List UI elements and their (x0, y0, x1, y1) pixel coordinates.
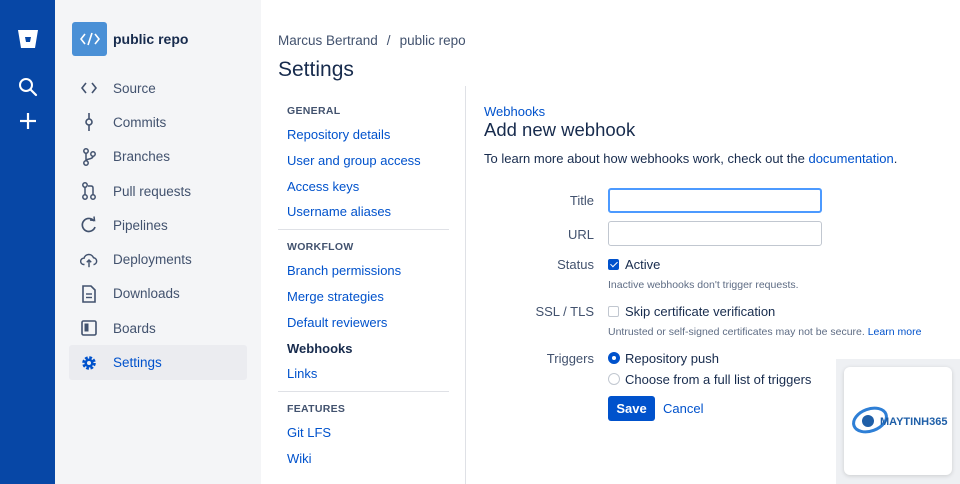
settings-link-git-lfs[interactable]: Git LFS (278, 420, 449, 446)
active-checkbox[interactable] (608, 259, 619, 270)
sidebar-item-source[interactable]: Source (69, 71, 247, 105)
pull-request-icon (80, 182, 98, 200)
sidebar-item-deployments[interactable]: Deployments (69, 242, 247, 276)
sidebar-item-label: Pull requests (113, 183, 192, 199)
url-label: URL (567, 227, 594, 242)
trigger-radio-full-list[interactable] (608, 373, 620, 385)
settings-section-workflow: WORKFLOW (287, 241, 354, 254)
settings-section-features: FEATURES (287, 403, 346, 416)
watermark-logo-icon: MAYTINH365 (852, 406, 947, 434)
settings-nav: GENERAL Repository details User and grou… (278, 100, 449, 472)
watermark-brand: MAYTINH365 (880, 416, 947, 428)
sidebar-item-pipelines[interactable]: Pipelines (69, 208, 247, 242)
settings-link-user-group-access[interactable]: User and group access (278, 148, 449, 174)
status-label: Status (557, 257, 594, 272)
active-checkbox-label[interactable]: Active (625, 257, 660, 272)
branch-icon (80, 147, 98, 166)
webhooks-breadcrumb-link[interactable]: Webhooks (484, 104, 545, 119)
intro-text-body: To learn more about how webhooks work, c… (484, 151, 809, 166)
title-label: Title (569, 193, 594, 208)
breadcrumb-repo-link[interactable]: public repo (400, 33, 466, 48)
url-input[interactable] (608, 221, 822, 246)
pipelines-icon (80, 216, 98, 234)
sidebar-item-label: Downloads (113, 286, 180, 302)
page-title: Settings (278, 58, 354, 81)
project-sidebar: public repo Source Commits Branches Pull… (55, 0, 261, 484)
breadcrumb-separator: / (386, 33, 391, 48)
sidebar-item-label: Source (113, 80, 156, 96)
global-nav (0, 0, 55, 484)
skip-verification-checkbox[interactable] (608, 306, 619, 317)
save-button[interactable]: Save (608, 396, 655, 421)
intro-text-end: . (893, 151, 898, 166)
status-hint: Inactive webhooks don't trigger requests… (608, 279, 799, 291)
vertical-divider (465, 86, 466, 484)
settings-link-merge-strategies[interactable]: Merge strategies (278, 284, 449, 310)
sidebar-item-branches[interactable]: Branches (69, 140, 247, 174)
settings-link-access-keys[interactable]: Access keys (278, 174, 449, 200)
divider (278, 391, 449, 393)
settings-link-branch-permissions[interactable]: Branch permissions (278, 258, 449, 284)
gear-icon (80, 354, 98, 372)
settings-section-general: GENERAL (287, 105, 341, 117)
repo-name[interactable]: public repo (113, 31, 188, 47)
breadcrumb: Marcus Bertrand / public repo (278, 33, 466, 48)
title-input[interactable] (608, 188, 822, 213)
cancel-button[interactable]: Cancel (663, 401, 703, 416)
settings-link-repository-details[interactable]: Repository details (278, 122, 449, 148)
triggers-label: Triggers (546, 351, 594, 366)
sidebar-item-label: Settings (113, 355, 162, 371)
sidebar-item-pull-requests[interactable]: Pull requests (69, 174, 247, 208)
code-avatar-icon (79, 32, 100, 46)
sidebar-item-label: Pipelines (113, 217, 168, 233)
code-icon (80, 79, 98, 97)
repo-avatar[interactable] (72, 22, 107, 56)
board-icon (80, 319, 98, 337)
settings-link-wiki[interactable]: Wiki (278, 446, 449, 472)
skip-verification-label[interactable]: Skip certificate verification (625, 304, 775, 319)
settings-link-default-reviewers[interactable]: Default reviewers (278, 310, 449, 336)
sidebar-item-settings[interactable]: Settings (69, 345, 247, 380)
divider (278, 229, 449, 231)
trigger-option-label[interactable]: Choose from a full list of triggers (625, 372, 811, 387)
settings-link-links[interactable]: Links (278, 361, 449, 387)
sidebar-item-downloads[interactable]: Downloads (69, 277, 247, 311)
breadcrumb-owner-link[interactable]: Marcus Bertrand (278, 33, 378, 48)
watermark-overlay: MAYTINH365 (836, 359, 960, 484)
sidebar-item-label: Deployments (113, 252, 192, 268)
sidebar-item-label: Boards (113, 320, 156, 336)
settings-link-username-aliases[interactable]: Username aliases (278, 199, 449, 225)
settings-link-webhooks[interactable]: Webhooks (278, 336, 449, 362)
sidebar-item-label: Commits (113, 114, 167, 130)
trigger-radio-repository-push[interactable] (608, 352, 620, 364)
project-nav: Source Commits Branches Pull requests Pi… (69, 71, 247, 380)
app-root: public repo Source Commits Branches Pull… (0, 0, 960, 484)
form-title: Add new webhook (484, 119, 636, 140)
ssl-hint: Untrusted or self-signed certificates ma… (608, 326, 921, 338)
intro-text: To learn more about how webhooks work, c… (484, 151, 897, 166)
learn-more-link[interactable]: Learn more (868, 326, 922, 338)
ssl-label: SSL / TLS (535, 304, 594, 319)
ssl-hint-text: Untrusted or self-signed certificates ma… (608, 326, 865, 338)
documentation-link[interactable]: documentation (808, 151, 893, 166)
cloud-upload-icon (80, 251, 98, 269)
watermark-logo: MAYTINH365 (844, 367, 952, 475)
bitbucket-logo-icon[interactable] (14, 25, 42, 53)
document-icon (80, 285, 98, 303)
commit-icon (80, 113, 98, 132)
create-plus-icon[interactable] (14, 107, 42, 135)
sidebar-item-boards[interactable]: Boards (69, 311, 247, 345)
sidebar-item-label: Branches (113, 149, 171, 165)
trigger-option-label[interactable]: Repository push (625, 351, 719, 366)
search-icon[interactable] (14, 73, 42, 101)
sidebar-item-commits[interactable]: Commits (69, 105, 247, 139)
